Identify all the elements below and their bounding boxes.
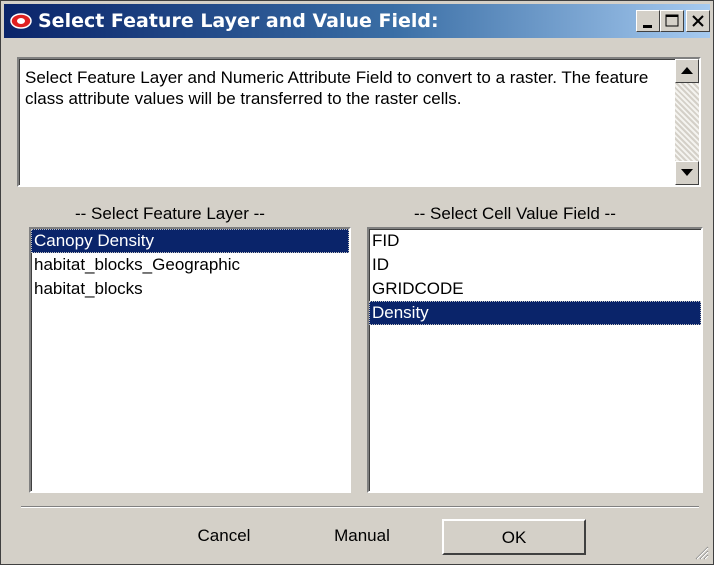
maximize-icon — [665, 14, 679, 27]
title-bar[interactable]: Select Feature Layer and Value Field: — [4, 4, 710, 38]
scroll-down-button[interactable] — [675, 161, 699, 185]
scroll-up-button[interactable] — [675, 59, 699, 83]
cancel-button[interactable]: Cancel — [157, 519, 291, 555]
maximize-button[interactable] — [660, 10, 684, 32]
feature-layer-label: -- Select Feature Layer -- — [75, 204, 265, 223]
arcgis-tool-icon — [10, 13, 32, 29]
list-item[interactable]: Density — [369, 301, 701, 325]
description-scrollbar[interactable] — [675, 59, 699, 185]
resize-grip-icon[interactable] — [695, 546, 709, 560]
feature-layer-list[interactable]: Canopy Density habitat_blocks_Geographic… — [29, 227, 351, 493]
list-item[interactable]: ID — [369, 253, 701, 277]
dialog-window: Select Feature Layer and Value Field: Se… — [0, 0, 714, 565]
arrow-up-icon — [681, 67, 693, 74]
arrow-down-icon — [681, 169, 693, 176]
list-item[interactable]: Canopy Density — [31, 229, 349, 253]
minimize-button[interactable] — [636, 10, 660, 32]
close-icon — [692, 15, 704, 27]
list-item[interactable]: GRIDCODE — [369, 277, 701, 301]
cell-value-field-label: -- Select Cell Value Field -- — [414, 204, 616, 223]
manual-button[interactable]: Manual — [295, 519, 429, 555]
list-item[interactable]: FID — [369, 229, 701, 253]
description-box[interactable]: Select Feature Layer and Numeric Attribu… — [17, 57, 701, 187]
window-title: Select Feature Layer and Value Field: — [38, 10, 439, 32]
description-text: Select Feature Layer and Numeric Attribu… — [25, 68, 649, 108]
close-button[interactable] — [686, 10, 710, 32]
list-item[interactable]: habitat_blocks — [31, 277, 349, 301]
cell-value-field-list[interactable]: FID ID GRIDCODE Density — [367, 227, 703, 493]
ok-button[interactable]: OK — [442, 519, 586, 555]
divider — [21, 506, 699, 508]
minimize-icon — [643, 25, 652, 28]
list-item[interactable]: habitat_blocks_Geographic — [31, 253, 349, 277]
